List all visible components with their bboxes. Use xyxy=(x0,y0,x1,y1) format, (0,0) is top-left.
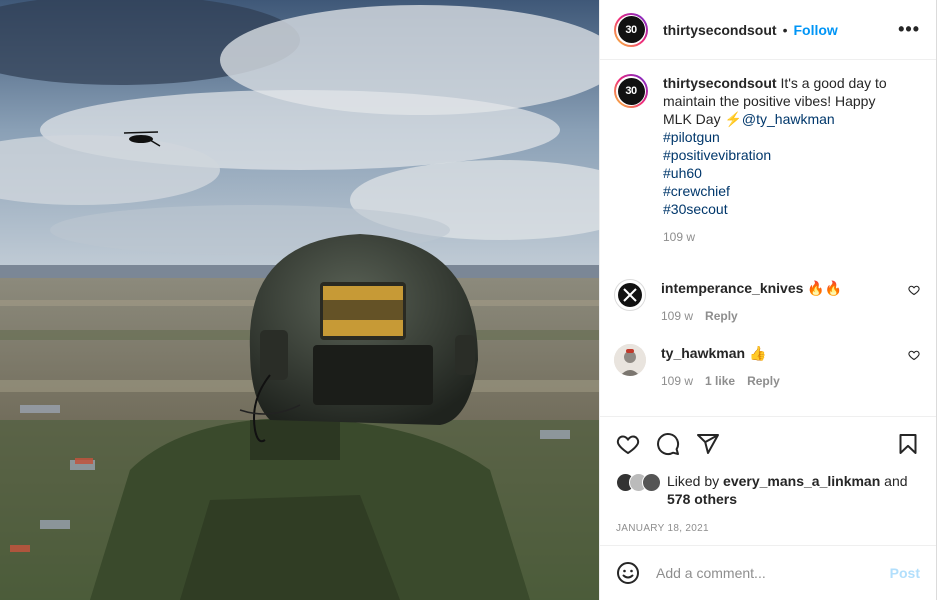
caption: 30 thirtysecondsout It's a good day to m… xyxy=(614,74,920,246)
comment-time[interactable]: 109 w xyxy=(661,372,693,390)
author-avatar[interactable]: 30 xyxy=(614,12,648,47)
hashtag[interactable]: #30secout xyxy=(663,201,728,217)
likes-conj: and xyxy=(884,473,908,489)
comment-icon[interactable] xyxy=(656,432,680,456)
comment-input[interactable] xyxy=(656,565,890,581)
smiley-icon[interactable] xyxy=(616,561,640,585)
likes-prefix: Liked by xyxy=(667,473,720,489)
hashtag[interactable]: #pilotgun xyxy=(663,129,720,145)
liker-avatars[interactable] xyxy=(616,473,661,492)
avatar-logo-text: 30 xyxy=(625,85,637,97)
comment-time[interactable]: 109 w xyxy=(661,307,693,325)
comments-section: 30 thirtysecondsout It's a good day to m… xyxy=(600,60,936,416)
caption-avatar[interactable]: 30 xyxy=(614,74,648,108)
comment-text: 👍 xyxy=(748,345,767,361)
comment-like-heart-icon[interactable] xyxy=(908,284,920,296)
hashtag[interactable]: #crewchief xyxy=(663,183,730,199)
hashtag[interactable]: #positivevibration xyxy=(663,147,771,163)
author-username[interactable]: thirtysecondsout xyxy=(663,22,777,38)
comment-reply-button[interactable]: Reply xyxy=(705,307,738,325)
liker-avatar xyxy=(642,473,661,492)
heart-icon[interactable] xyxy=(616,432,640,456)
more-options-icon[interactable]: ••• xyxy=(898,19,920,40)
action-icons xyxy=(616,431,920,457)
caption-body: thirtysecondsout It's a good day to main… xyxy=(663,74,903,246)
knives-logo-icon xyxy=(618,283,642,307)
comment-body: ty_hawkman 👍 109 w 1 like Reply xyxy=(661,344,891,390)
comment-item: ty_hawkman 👍 109 w 1 like Reply xyxy=(614,344,920,390)
bookmark-icon[interactable] xyxy=(896,432,920,456)
comment-username[interactable]: intemperance_knives xyxy=(661,280,803,296)
caption-mention[interactable]: @ty_hawkman xyxy=(742,111,835,127)
follow-button[interactable]: Follow xyxy=(793,22,837,38)
likes-others[interactable]: 578 others xyxy=(667,491,737,507)
post-header: 30 thirtysecondsout • Follow ••• xyxy=(600,0,936,60)
avatar-logo-text: 30 xyxy=(625,23,637,36)
commenter-avatar[interactable] xyxy=(614,344,646,376)
commenter-avatar[interactable] xyxy=(614,279,646,311)
add-comment-bar: Post xyxy=(600,545,936,600)
likes-user[interactable]: every_mans_a_linkman xyxy=(723,473,880,489)
comment-item: intemperance_knives 🔥🔥 109 w Reply xyxy=(614,279,920,325)
caption-username[interactable]: thirtysecondsout xyxy=(663,75,777,91)
hashtag[interactable]: #uh60 xyxy=(663,165,702,181)
person-photo-icon xyxy=(614,344,646,376)
comment-likes-count[interactable]: 1 like xyxy=(705,372,735,390)
separator-dot: • xyxy=(782,21,788,38)
likes-text: Liked by every_mans_a_linkman and 578 ot… xyxy=(667,472,908,508)
comment-username[interactable]: ty_hawkman xyxy=(661,345,745,361)
comment-meta: 109 w Reply xyxy=(661,307,891,325)
post-photo[interactable] xyxy=(0,0,599,600)
paper-plane-icon[interactable] xyxy=(696,432,720,456)
post-comment-button[interactable]: Post xyxy=(890,565,920,581)
post-date[interactable]: January 18, 2021 xyxy=(616,523,920,534)
post-details-panel: 30 thirtysecondsout • Follow ••• 30 thir… xyxy=(599,0,937,600)
caption-meta: 109 w xyxy=(663,228,903,246)
photo-illustration xyxy=(0,0,599,600)
comment-meta: 109 w 1 like Reply xyxy=(661,372,891,390)
comment-like-heart-icon[interactable] xyxy=(908,349,920,361)
comment-text: 🔥🔥 xyxy=(807,280,843,296)
comment-body: intemperance_knives 🔥🔥 109 w Reply xyxy=(661,279,891,325)
likes-summary: Liked by every_mans_a_linkman and 578 ot… xyxy=(616,472,920,508)
comment-reply-button[interactable]: Reply xyxy=(747,372,780,390)
caption-time[interactable]: 109 w xyxy=(663,228,695,246)
